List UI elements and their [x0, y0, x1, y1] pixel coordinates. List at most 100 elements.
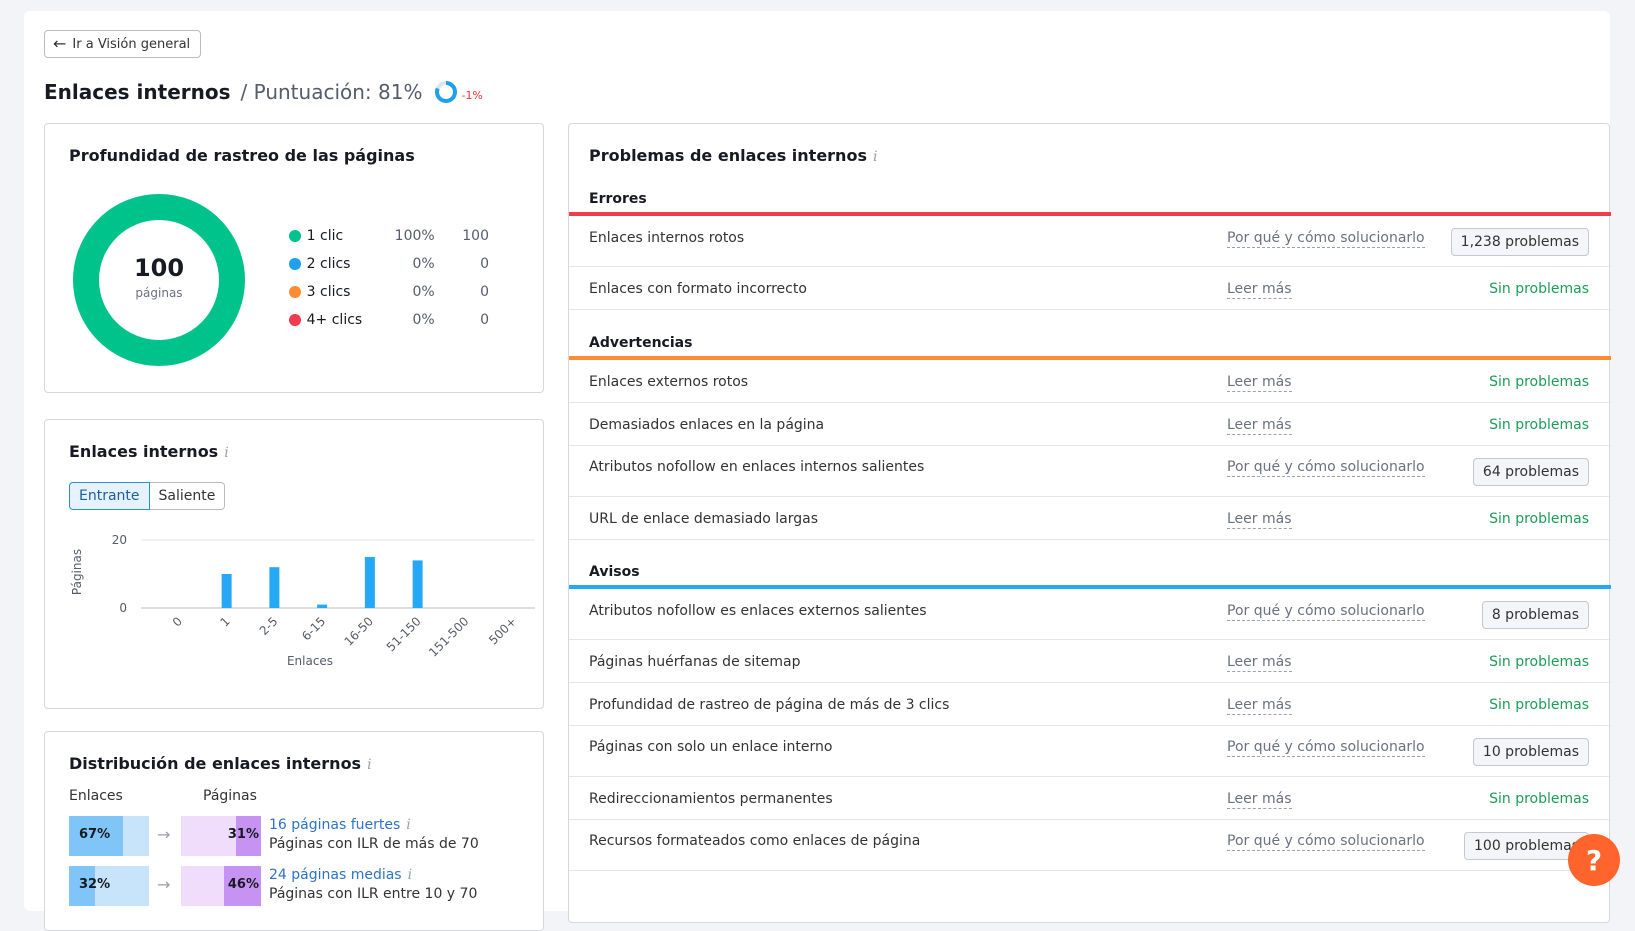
pages-share-pct: 46%: [227, 877, 259, 892]
issue-row: Páginas con solo un enlace interno Por q…: [569, 726, 1611, 777]
legend-row: 3 clics 0% 0: [289, 278, 489, 306]
chart-bar: [364, 557, 375, 608]
legend-row: 1 clic 100% 100: [289, 222, 489, 250]
legend-row: 4+ clics 0% 0: [289, 306, 489, 334]
issue-status-ok: Sin problemas: [1489, 697, 1589, 713]
legend-label: 3 clics: [306, 284, 351, 300]
report-page: ← Ir a Visión general Enlaces internos /…: [24, 11, 1611, 931]
issue-help-link[interactable]: Leer más: [1227, 697, 1292, 715]
legend-count: 0: [480, 256, 489, 272]
medium-pages-link-text: 24 páginas medias: [269, 867, 402, 883]
issue-row: Enlaces internos rotos Por qué y cómo so…: [569, 216, 1611, 267]
legend-dot: [289, 258, 301, 270]
page-header: Enlaces internos / Puntuación: 81% -1%: [44, 77, 483, 107]
issue-help-link[interactable]: Por qué y cómo solucionarlo: [1227, 230, 1425, 248]
legend-count: 100: [462, 228, 489, 244]
legend-dot: [289, 230, 301, 242]
legend-count: 0: [480, 312, 489, 328]
back-to-overview-button[interactable]: ← Ir a Visión general: [44, 30, 202, 58]
issue-help-link[interactable]: Leer más: [1227, 654, 1292, 672]
issue-row: Enlaces externos rotos Leer más Sin prob…: [569, 360, 1611, 403]
issue-name: URL de enlace demasiado largas: [589, 511, 819, 527]
legend-label: 4+ clics: [306, 312, 363, 328]
chart-ylabel: Páginas: [70, 549, 84, 595]
issue-help-link[interactable]: Por qué y cómo solucionarlo: [1227, 459, 1425, 477]
score-delta: -1%: [461, 88, 483, 102]
score-ring-icon: [435, 81, 458, 103]
info-icon[interactable]: i: [224, 445, 228, 461]
crawl-depth-title: Profundidad de rastreo de las páginas: [69, 146, 415, 165]
links-share-pct: 67%: [79, 827, 111, 842]
issue-name: Enlaces externos rotos: [589, 374, 749, 390]
issue-count-badge[interactable]: 1,238 problemas: [1450, 228, 1589, 256]
legend-count: 0: [480, 284, 489, 300]
back-button-label: Ir a Visión general: [72, 36, 191, 52]
chart-xtick-label: 0: [170, 614, 185, 629]
info-icon[interactable]: i: [406, 817, 410, 833]
issue-row: Demasiados enlaces en la página Leer más…: [569, 403, 1611, 446]
direction-toggle: Entrante Saliente: [69, 482, 226, 510]
pages-share-bar: 46%: [181, 866, 261, 906]
medium-pages-link[interactable]: 24 páginas medias i: [269, 867, 412, 883]
tab-outgoing[interactable]: Saliente: [149, 482, 226, 510]
arrow-right-icon: →: [157, 825, 171, 844]
issue-help-link[interactable]: Leer más: [1227, 281, 1292, 299]
issue-help-link[interactable]: Leer más: [1227, 374, 1292, 392]
legend-label: 2 clics: [306, 256, 351, 272]
issue-help-link[interactable]: Por qué y cómo solucionarlo: [1227, 833, 1425, 851]
issue-status-ok: Sin problemas: [1489, 417, 1589, 433]
chart-xtick-label: 6-15: [299, 614, 328, 643]
info-icon[interactable]: i: [873, 149, 877, 165]
strong-pages-desc: Páginas con ILR de más de 70: [269, 836, 479, 852]
issue-status-ok: Sin problemas: [1489, 654, 1589, 670]
medium-pages-desc: Páginas con ILR entre 10 y 70: [269, 886, 478, 902]
legend-row: 2 clics 0% 0: [289, 250, 489, 278]
distribution-title: Distribución de enlaces internos i: [69, 754, 372, 773]
issue-help-link[interactable]: Leer más: [1227, 511, 1292, 529]
issue-count-badge[interactable]: 8 problemas: [1481, 601, 1589, 629]
issue-status-ok: Sin problemas: [1489, 511, 1589, 527]
issue-help-link[interactable]: Leer más: [1227, 791, 1292, 809]
internal-links-title-text: Enlaces internos: [69, 442, 219, 461]
arrow-right-icon: →: [157, 875, 171, 894]
chart-bar: [317, 604, 328, 608]
info-icon[interactable]: i: [408, 867, 412, 883]
legend-dot: [289, 286, 301, 298]
issue-name: Atributos nofollow en enlaces internos s…: [589, 459, 925, 475]
score-label: / Puntuación: 81%: [240, 80, 423, 104]
issue-row: Profundidad de rastreo de página de más …: [569, 683, 1611, 726]
issue-status-ok: Sin problemas: [1489, 281, 1589, 297]
chart-xtick-label: 500+: [486, 614, 519, 647]
chart-bar: [221, 574, 232, 608]
legend-pct: 0%: [412, 284, 435, 300]
donut-total-label: páginas: [135, 286, 183, 300]
issues-title: Problemas de enlaces internos i: [589, 146, 877, 165]
issue-name: Profundidad de rastreo de página de más …: [589, 697, 950, 713]
issue-count-badge[interactable]: 10 problemas: [1472, 738, 1589, 766]
internal-links-card: Enlaces internos i Entrante Saliente 0 1 2-…: [44, 419, 544, 709]
strong-pages-link[interactable]: 16 páginas fuertes i: [269, 817, 411, 833]
legend-dot: [289, 314, 301, 326]
links-bar-chart: 0 1 2-5 6-15 16-50 51-150 151-500 500+ 0 20 Pági…: [70, 533, 535, 668]
tab-incoming[interactable]: Entrante: [69, 482, 150, 510]
chart-ytick-label: 0: [119, 601, 127, 615]
info-icon[interactable]: i: [367, 757, 371, 773]
chart-bar: [412, 560, 423, 608]
issue-help-link[interactable]: Leer más: [1227, 417, 1292, 435]
issue-help-link[interactable]: Por qué y cómo solucionarlo: [1227, 739, 1425, 757]
section-title-warnings: Advertencias: [589, 335, 693, 351]
col-header-links: Enlaces: [69, 788, 123, 804]
help-button[interactable]: ?: [1568, 834, 1620, 886]
issue-count-badge[interactable]: 64 problemas: [1472, 458, 1589, 486]
chart-xtick-label: 151-500: [426, 614, 471, 659]
distribution-title-text: Distribución de enlaces internos: [69, 754, 362, 773]
issue-name: Redireccionamientos permanentes: [589, 791, 833, 807]
issue-help-link[interactable]: Por qué y cómo solucionarlo: [1227, 603, 1425, 621]
issue-name: Enlaces internos rotos: [589, 230, 745, 246]
legend-label: 1 clic: [306, 228, 344, 244]
links-share-bar: 32%: [69, 866, 149, 906]
section-title-errors: Errores: [589, 191, 647, 207]
section-title-notices: Avisos: [589, 564, 640, 580]
crawl-depth-card: Profundidad de rastreo de las páginas 10…: [44, 123, 544, 393]
internal-link-issues-card: Problemas de enlaces internos i Errores E…: [568, 123, 1611, 923]
